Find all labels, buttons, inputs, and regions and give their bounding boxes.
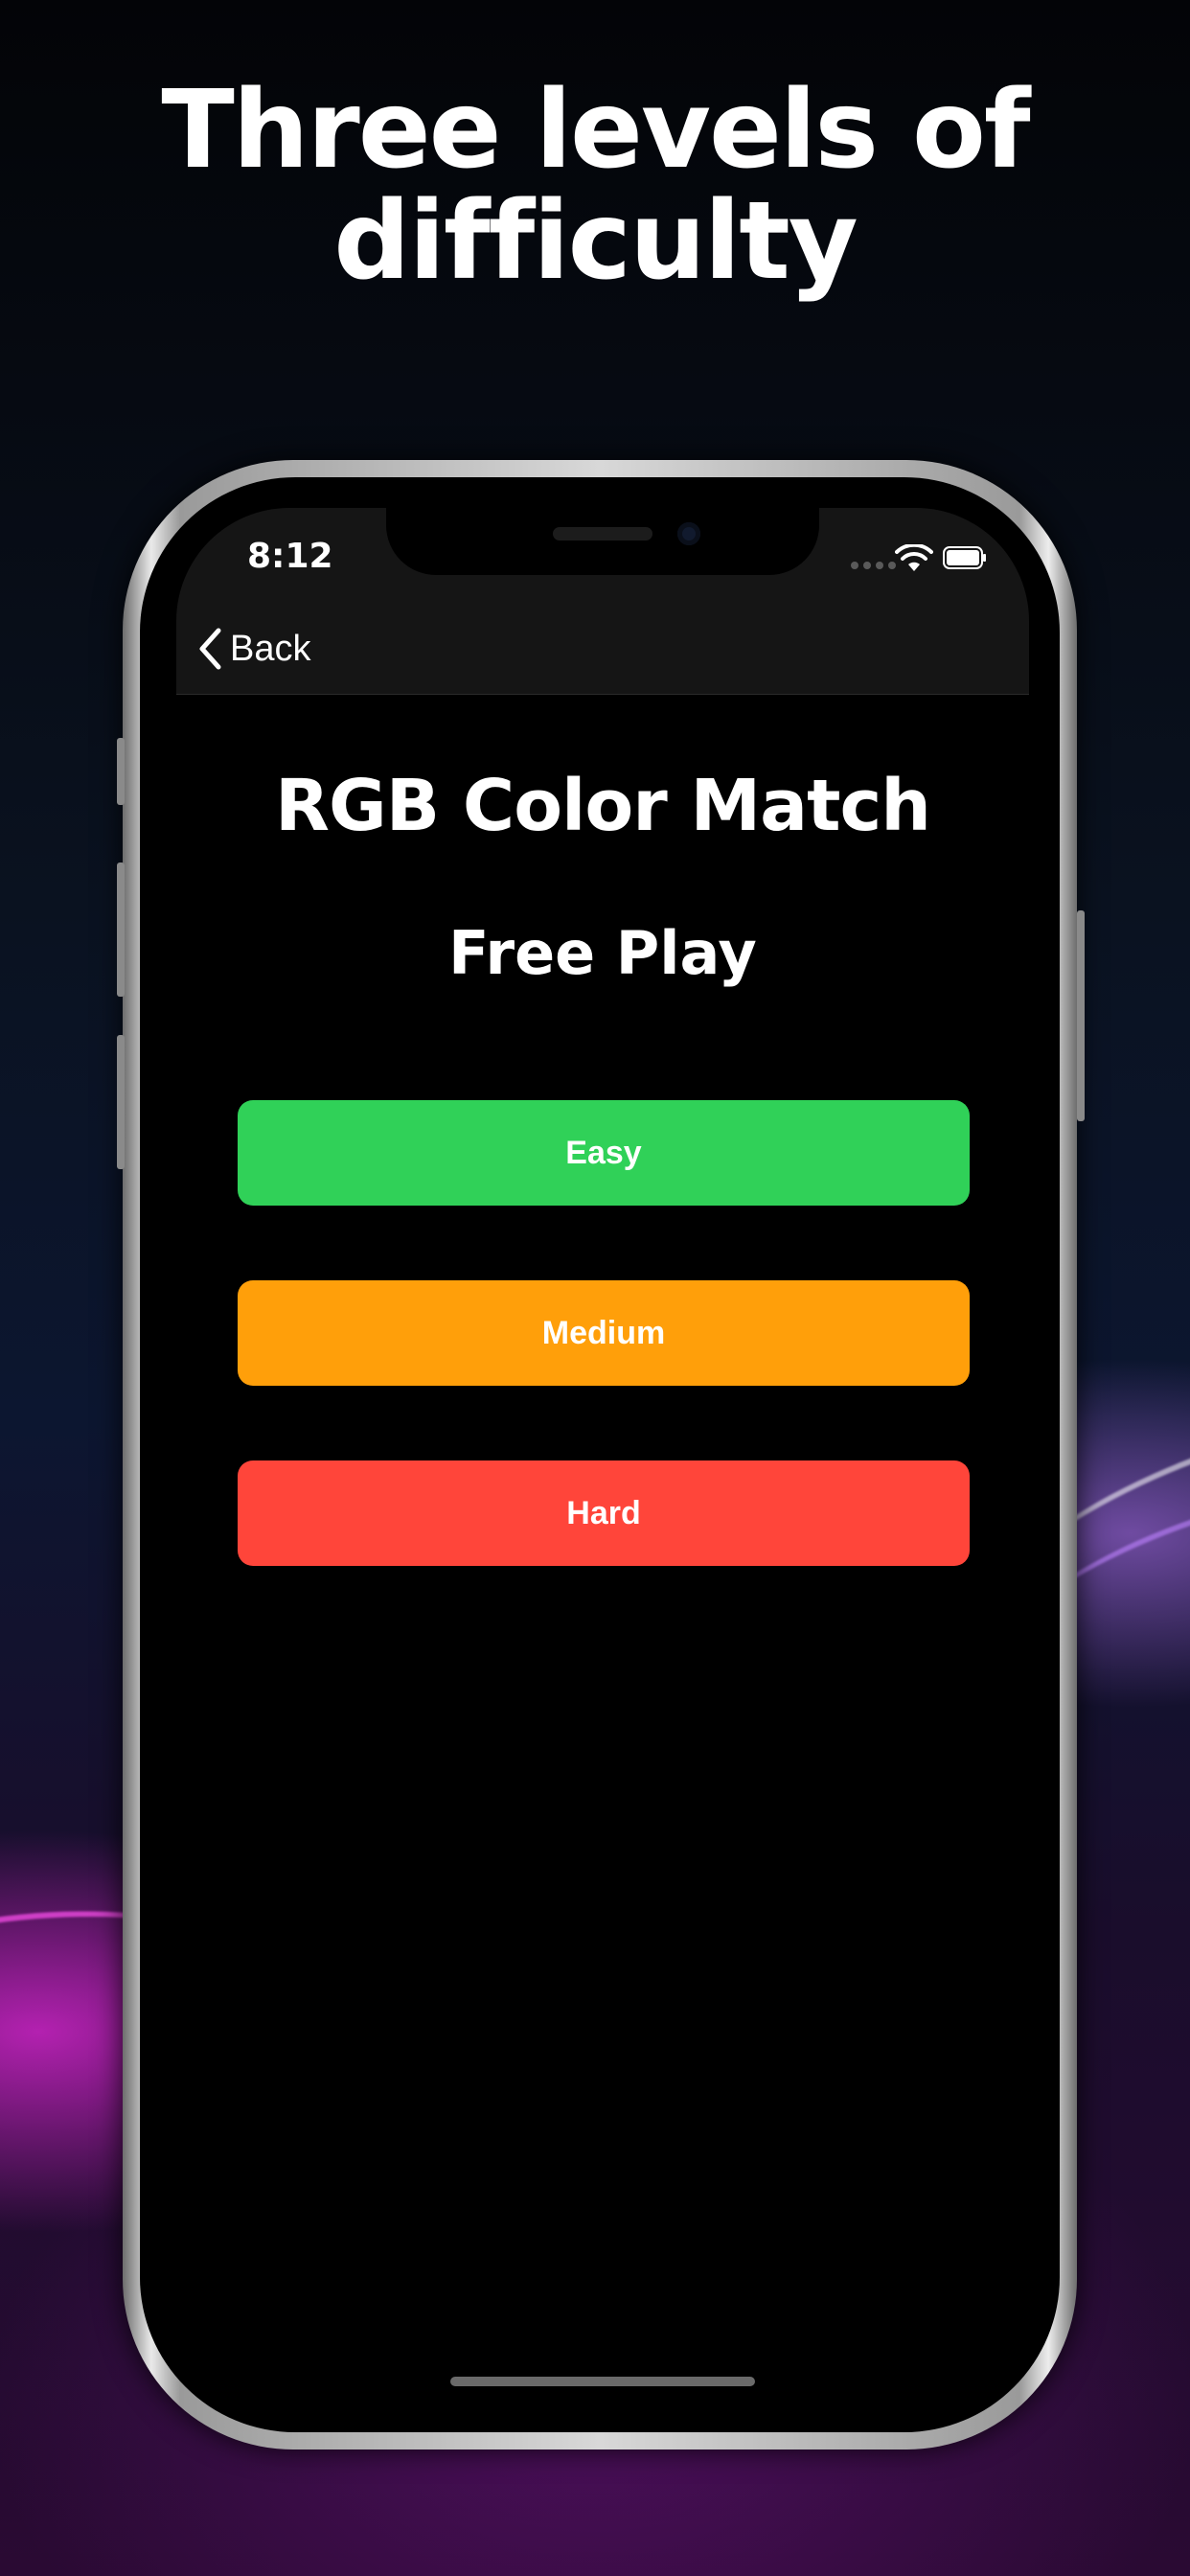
easy-button[interactable]: Easy [238, 1100, 970, 1206]
phone-volume-down-button [117, 1035, 125, 1169]
cellular-signal-icon [851, 562, 896, 569]
promo-headline-line-2: difficulty [333, 179, 858, 304]
home-indicator[interactable] [450, 2377, 755, 2386]
wifi-icon [895, 544, 933, 571]
notch [386, 508, 819, 575]
medium-button-label: Medium [541, 1314, 666, 1351]
promo-headline: Three levels of difficulty [0, 75, 1190, 297]
battery-icon [943, 546, 986, 569]
chevron-left-icon [199, 628, 221, 670]
medium-button[interactable]: Medium [238, 1280, 970, 1386]
phone-volume-up-button [117, 862, 125, 997]
phone-screen: 8:12 Back RGB Color Match Free Play Easy… [176, 508, 1029, 2415]
mode-title: Free Play [448, 918, 757, 988]
hard-button[interactable]: Hard [238, 1460, 970, 1566]
easy-button-label: Easy [565, 1134, 642, 1171]
back-label: Back [230, 628, 311, 669]
promo-headline-line-1: Three levels of [161, 68, 1030, 193]
hard-button-label: Hard [566, 1494, 641, 1531]
back-button[interactable]: Back [197, 627, 310, 671]
speaker-grille [553, 527, 652, 540]
app-title: RGB Color Match [275, 765, 931, 847]
phone-power-button [1077, 910, 1085, 1121]
phone-silent-switch [117, 738, 125, 805]
front-camera [677, 522, 700, 545]
status-time: 8:12 [247, 537, 333, 576]
